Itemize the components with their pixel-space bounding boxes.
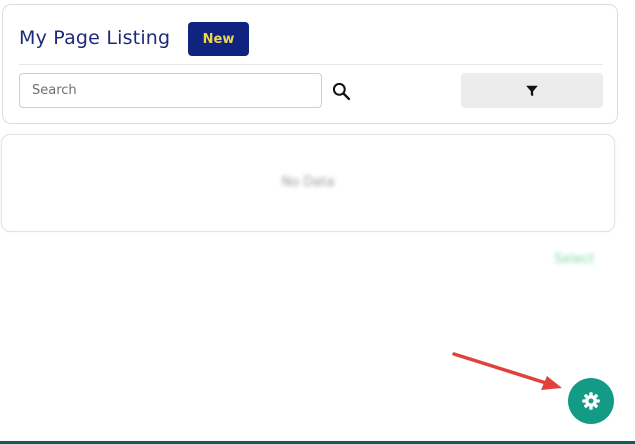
footer-link[interactable]: Select [554, 252, 594, 267]
red-arrow-icon [452, 352, 562, 390]
divider [19, 64, 603, 65]
search-icon [332, 82, 351, 101]
settings-button[interactable] [568, 378, 614, 424]
empty-state-text: No Data [281, 175, 335, 190]
page: My Page Listing New No Data Select [0, 0, 635, 444]
content-card: No Data [1, 134, 615, 232]
new-button[interactable]: New [188, 22, 249, 56]
filter-button[interactable] [461, 73, 603, 108]
search-input[interactable] [19, 73, 322, 108]
header-card: My Page Listing New [2, 4, 618, 124]
gear-icon [582, 392, 600, 410]
filter-icon [526, 85, 538, 96]
page-title: My Page Listing [19, 27, 171, 49]
search-button[interactable] [329, 79, 353, 103]
